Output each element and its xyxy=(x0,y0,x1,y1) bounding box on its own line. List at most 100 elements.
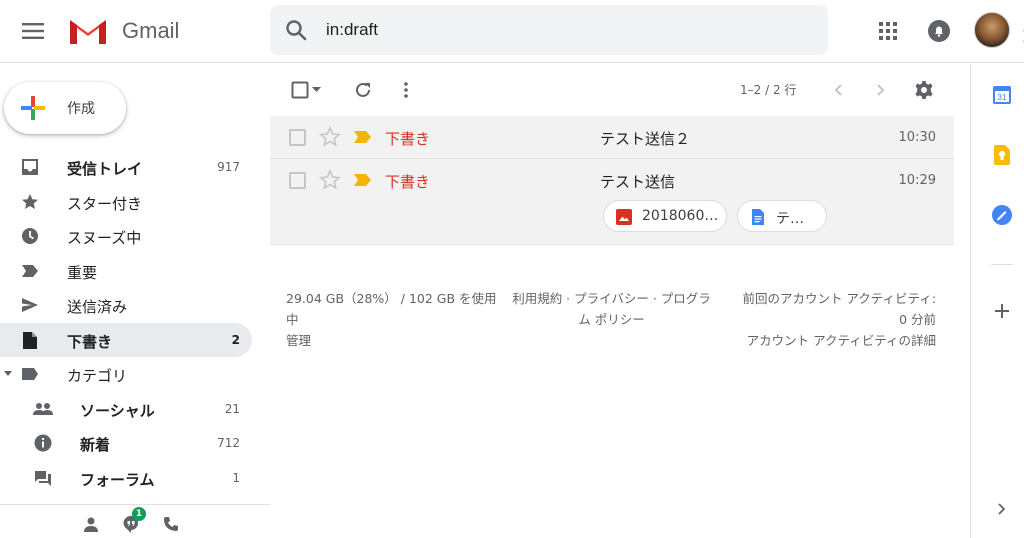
row-subject: テスト送信２ xyxy=(600,130,691,148)
dropdown-arrow-icon xyxy=(311,87,321,92)
search-input[interactable] xyxy=(326,15,726,45)
top-header: Gmail xyxy=(0,0,1024,63)
people-icon xyxy=(33,399,53,419)
menu-icon xyxy=(22,23,44,39)
refresh-icon xyxy=(356,82,370,97)
prev-page-button[interactable] xyxy=(826,78,850,102)
important-marker-icon[interactable] xyxy=(354,131,372,143)
select-options-button[interactable] xyxy=(308,78,324,102)
chevron-left-icon xyxy=(834,84,842,96)
settings-button[interactable] xyxy=(912,78,936,102)
nav-label: 新着 xyxy=(80,436,111,454)
keep-button[interactable] xyxy=(991,144,1013,166)
draft-icon xyxy=(20,330,40,350)
row-time: 10:30 xyxy=(898,130,936,145)
nav-item-inbox[interactable]: 受信トレイ 917 xyxy=(0,150,252,184)
compose-button[interactable]: 作成 xyxy=(4,82,126,134)
clock-icon xyxy=(20,226,40,246)
nav-item-forums[interactable]: フォーラム 1 xyxy=(0,461,252,495)
get-addons-button[interactable] xyxy=(991,300,1013,322)
manage-storage-link[interactable]: 管理 xyxy=(286,330,498,351)
nav-label: 重要 xyxy=(67,264,98,282)
attachment-chip[interactable]: テ… xyxy=(737,200,827,232)
attachment-name: テ… xyxy=(776,211,804,227)
plus-icon xyxy=(995,304,1009,318)
nav-count: 2 xyxy=(231,333,240,347)
account-avatar[interactable] xyxy=(974,12,1010,48)
nav-label: フォーラム xyxy=(80,471,155,489)
more-vert-icon xyxy=(404,82,408,98)
storage-usage: 29.04 GB（28%） / 102 GB を使用 xyxy=(286,291,497,306)
policy-links-line1[interactable]: 利用規約 · プライバシー · プログラ xyxy=(504,288,719,309)
apps-button[interactable] xyxy=(871,14,905,48)
refresh-button[interactable] xyxy=(351,78,375,102)
last-activity-label: 前回のアカウント アクティビティ: xyxy=(742,291,936,306)
main-menu-button[interactable] xyxy=(14,12,52,50)
image-file-icon xyxy=(616,209,632,225)
info-icon xyxy=(33,433,53,453)
mail-row[interactable]: 下書き テスト送信 10:29 2018060… テ… xyxy=(270,159,954,245)
important-marker-icon[interactable] xyxy=(354,174,372,186)
label-icon xyxy=(20,364,40,384)
storage-usage-cont: 中 xyxy=(286,312,299,327)
attachment-chip[interactable]: 2018060… xyxy=(603,200,727,232)
nav-item-updates[interactable]: 新着 712 xyxy=(0,426,252,460)
storage-info: 29.04 GB（28%） / 102 GB を使用 中 管理 xyxy=(286,288,498,351)
nav-item-snoozed[interactable]: スヌーズ中 xyxy=(0,219,252,253)
nav-count: 712 xyxy=(217,436,240,450)
nav-count: 21 xyxy=(224,402,240,416)
compose-label: 作成 xyxy=(67,101,95,117)
expand-caret-icon[interactable] xyxy=(4,370,12,378)
policy-links[interactable]: 利用規約 · プライバシー · プログラ ム ポリシー xyxy=(504,288,719,330)
nav-label: スヌーズ中 xyxy=(67,229,142,247)
nav-item-social[interactable]: ソーシャル 21 xyxy=(0,392,252,426)
mail-row[interactable]: 下書き テスト送信２ 10:30 xyxy=(270,116,954,159)
calendar-button[interactable]: 31 xyxy=(991,84,1013,106)
next-page-button[interactable] xyxy=(869,78,893,102)
gmail-m-icon xyxy=(70,20,106,44)
row-checkbox[interactable] xyxy=(289,172,306,189)
row-subject: テスト送信 xyxy=(600,173,676,191)
row-sender: 下書き xyxy=(385,173,431,191)
tasks-button[interactable] xyxy=(991,204,1013,226)
star-icon xyxy=(20,192,40,212)
clear-search-button[interactable] xyxy=(1015,21,1024,51)
nav-label: 送信済み xyxy=(67,298,128,316)
row-sender: 下書き xyxy=(385,130,431,148)
side-panel-divider xyxy=(991,264,1013,265)
nav-item-sent[interactable]: 送信済み xyxy=(0,288,252,322)
gmail-logo[interactable]: Gmail xyxy=(68,14,179,48)
nav-count: 917 xyxy=(217,160,240,174)
expand-side-panel-button[interactable] xyxy=(991,498,1013,520)
nav-item-important[interactable]: 重要 xyxy=(0,254,252,288)
notifications-button[interactable] xyxy=(922,14,956,48)
more-actions-button[interactable] xyxy=(394,78,418,102)
nav-item-drafts[interactable]: 下書き 2 xyxy=(0,323,252,357)
nav-count: 1 xyxy=(232,471,240,485)
important-icon xyxy=(20,261,40,281)
attachment-name: 2018060… xyxy=(642,208,719,224)
contacts-button[interactable] xyxy=(81,514,101,534)
nav-label: 下書き xyxy=(67,333,113,351)
phone-button[interactable] xyxy=(161,514,181,534)
star-outline-icon[interactable] xyxy=(319,169,341,191)
side-panel: 31 xyxy=(970,64,1024,538)
notifications-icon xyxy=(928,20,950,42)
hangouts-badge: 1 xyxy=(132,507,146,521)
nav-item-starred[interactable]: スター付き xyxy=(0,185,252,219)
nav-label: カテゴリ xyxy=(67,367,128,385)
policy-links-line2[interactable]: ム ポリシー xyxy=(504,309,719,330)
nav-item-categories[interactable]: カテゴリ xyxy=(0,357,252,391)
forum-icon xyxy=(33,468,53,488)
svg-text:31: 31 xyxy=(998,93,1007,102)
row-checkbox[interactable] xyxy=(289,129,306,146)
mail-toolbar: 1–2 / 2 行 xyxy=(270,64,954,116)
search-bar[interactable] xyxy=(270,5,1024,55)
star-outline-icon[interactable] xyxy=(319,126,341,148)
account-activity: 前回のアカウント アクティビティ: 0 分前 アカウント アクティビティの詳細 xyxy=(724,288,936,351)
chevron-right-icon xyxy=(998,503,1006,515)
activity-details-link[interactable]: アカウント アクティビティの詳細 xyxy=(724,330,936,351)
search-button[interactable] xyxy=(282,16,310,44)
tasks-icon xyxy=(992,205,1012,225)
doc-file-icon xyxy=(752,209,764,225)
